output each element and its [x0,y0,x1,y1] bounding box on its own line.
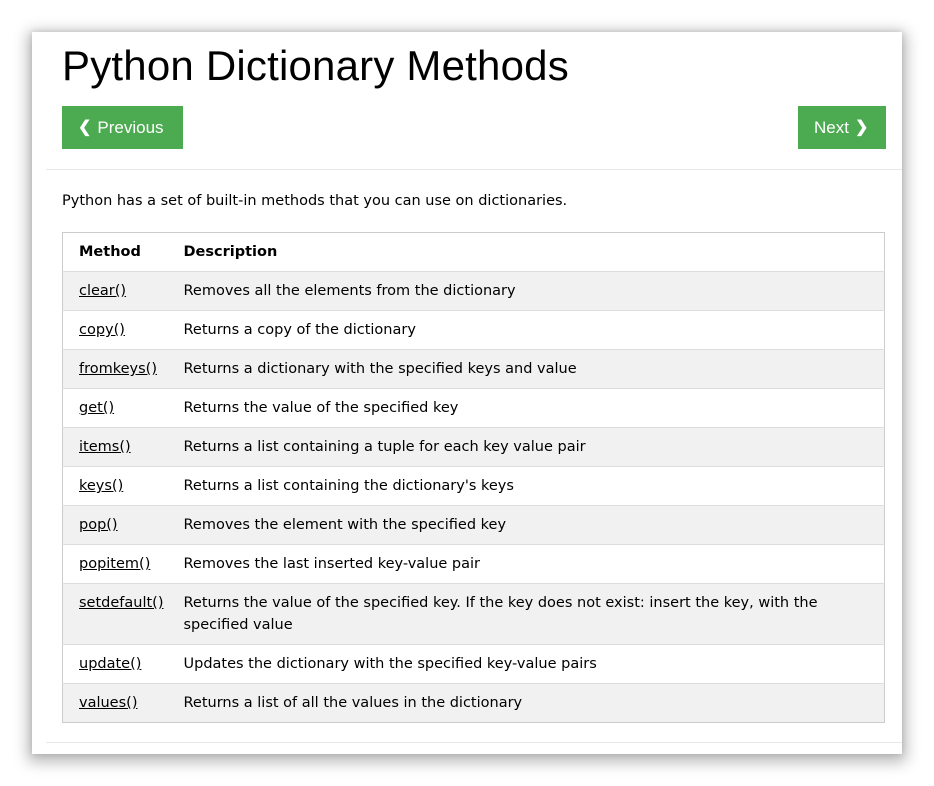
methods-table: Method Description clear() Removes all th… [62,232,885,723]
header-method: Method [62,232,168,272]
method-link[interactable]: keys() [79,478,123,494]
method-link[interactable]: popitem() [79,556,150,572]
table-row: fromkeys() Returns a dictionary with the … [62,349,885,389]
description-cell: Removes the element with the specified k… [167,505,885,545]
page-title: Python Dictionary Methods [62,42,569,89]
method-link[interactable]: setdefault() [79,595,164,611]
next-button[interactable]: Next ❯ [798,106,886,149]
method-cell: pop() [62,505,168,545]
method-link[interactable]: copy() [79,322,125,338]
table-row: update() Updates the dictionary with the … [62,644,885,684]
method-link[interactable]: pop() [79,517,118,533]
table-header-row: Method Description [62,232,885,272]
next-label: Next [814,118,849,137]
method-cell: clear() [62,271,168,311]
method-cell: popitem() [62,544,168,584]
table-row: clear() Removes all the elements from the… [62,271,885,311]
method-cell: values() [62,683,168,723]
description-cell: Returns a copy of the dictionary [167,310,885,350]
table-body: clear() Removes all the elements from the… [62,271,885,723]
table-row: copy() Returns a copy of the dictionary [62,310,885,350]
method-link[interactable]: fromkeys() [79,361,157,377]
method-cell: fromkeys() [62,349,168,389]
method-cell: keys() [62,466,168,506]
method-cell: get() [62,388,168,428]
table-row: get() Returns the value of the specified … [62,388,885,428]
method-cell: copy() [62,310,168,350]
description-cell: Updates the dictionary with the specifie… [167,644,885,684]
chevron-right-icon: ❯ [854,119,869,136]
table-row: items() Returns a list containing a tuple… [62,427,885,467]
description-cell: Removes the last inserted key-value pair [167,544,885,584]
previous-label: Previous [97,118,164,137]
content-card: Python Dictionary Methods ❮ Previous Nex… [32,32,902,754]
method-link[interactable]: get() [79,400,114,416]
method-link[interactable]: clear() [79,283,126,299]
header-description: Description [167,232,885,272]
description-cell: Returns a dictionary with the specified … [167,349,885,389]
table-row: pop() Removes the element with the specif… [62,505,885,545]
method-link[interactable]: update() [79,656,141,672]
table-row: popitem() Removes the last inserted key-v… [62,544,885,584]
description-cell: Returns a list containing the dictionary… [167,466,885,506]
method-link[interactable]: items() [79,439,131,455]
intro-text: Python has a set of built-in methods tha… [62,193,568,209]
chevron-left-icon: ❮ [78,119,92,136]
method-cell: items() [62,427,168,467]
description-cell: Removes all the elements from the dictio… [167,271,885,311]
description-cell: Returns the value of the specified key [167,388,885,428]
description-cell: Returns the value of the specified key. … [167,583,885,645]
method-cell: update() [62,644,168,684]
table-row: values() Returns a list of all the values… [62,683,885,723]
description-cell: Returns a list of all the values in the … [167,683,885,723]
method-link[interactable]: values() [79,695,137,711]
previous-button[interactable]: ❮ Previous [62,106,183,149]
divider [46,742,902,743]
description-cell: Returns a list containing a tuple for ea… [167,427,885,467]
divider [46,169,902,170]
table-row: setdefault() Returns the value of the spe… [62,583,885,645]
method-cell: setdefault() [62,583,168,645]
table-row: keys() Returns a list containing the dict… [62,466,885,506]
